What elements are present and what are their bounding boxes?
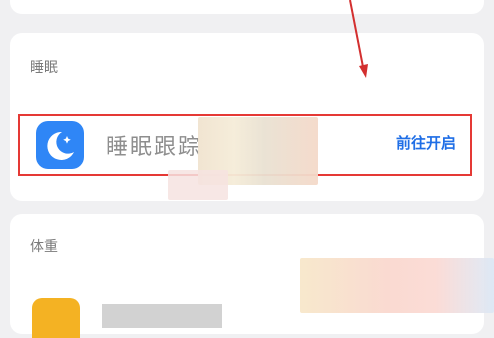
sleep-section-title: 睡眠 (30, 60, 58, 76)
weight-section-title: 体重 (30, 239, 58, 255)
mosaic-overlay-lower (168, 170, 228, 200)
weight-row-label-blurred (102, 304, 222, 328)
annotation-arrow (349, 0, 368, 78)
moon-star-icon (36, 121, 84, 169)
go-enable-link[interactable]: 前往开启 (396, 132, 456, 153)
mosaic-overlay-bottom (300, 258, 494, 313)
weight-app-icon (32, 298, 80, 338)
sleep-tracking-label: 睡眠跟踪 (106, 135, 203, 160)
previous-card (10, 0, 484, 14)
